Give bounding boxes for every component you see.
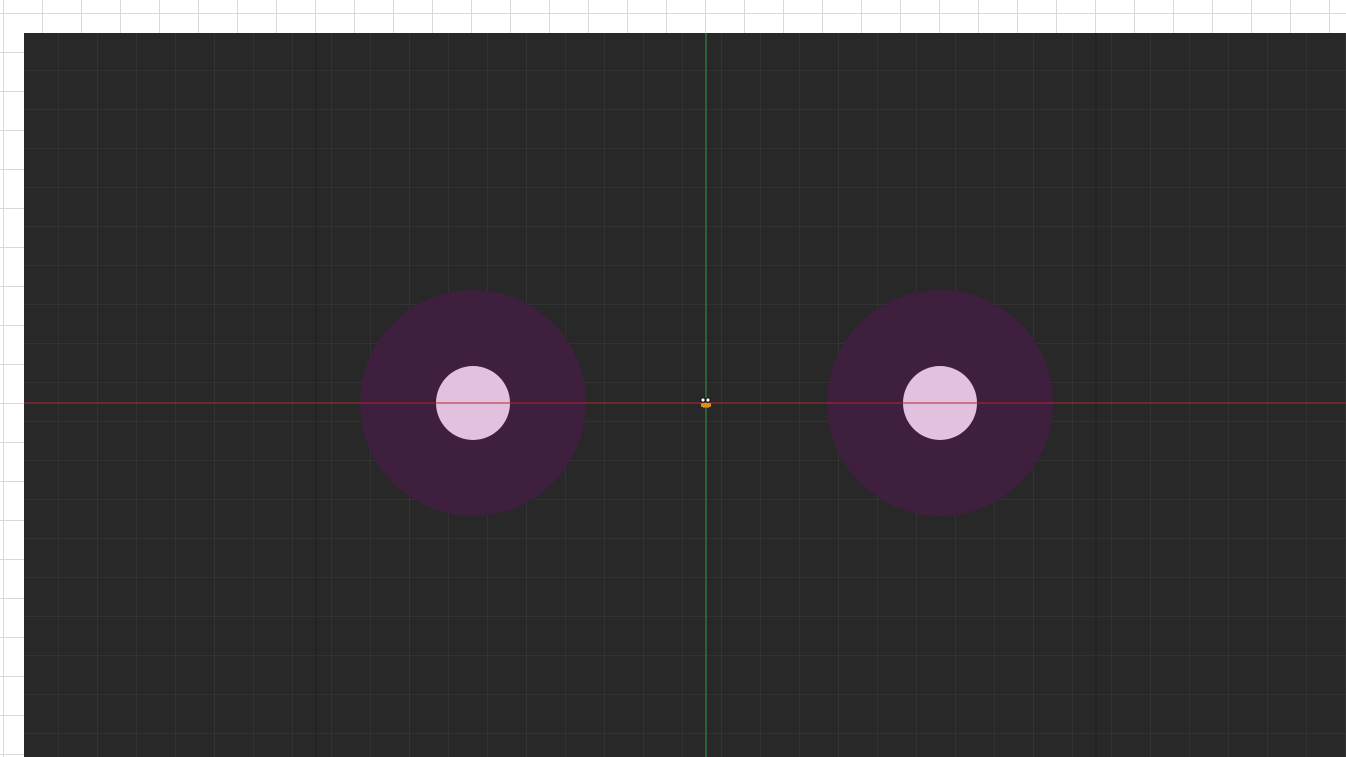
origin-handle-graphic xyxy=(700,397,711,408)
viewport-canvas[interactable] xyxy=(24,33,1346,757)
character-pivot-icon[interactable] xyxy=(698,396,714,410)
minor-grid xyxy=(24,33,1346,757)
editor-window xyxy=(0,0,1346,757)
scene-viewport[interactable] xyxy=(24,33,1346,757)
